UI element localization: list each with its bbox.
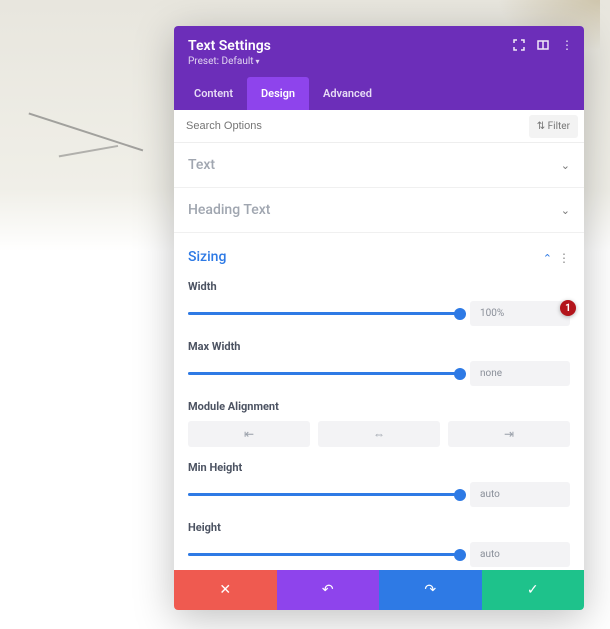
tab-content[interactable]: Content <box>180 77 247 110</box>
align-right-icon: ⇥ <box>504 427 514 441</box>
undo-button[interactable]: ↶ <box>277 570 380 610</box>
field-label: Min Height <box>188 461 570 474</box>
annotation-marker-1: 1 <box>560 300 576 316</box>
decorative-branch <box>17 112 143 187</box>
search-input[interactable] <box>174 110 523 142</box>
section-title: Text <box>188 157 215 173</box>
field-label: Module Alignment <box>188 400 570 413</box>
min-height-slider[interactable] <box>188 488 460 502</box>
field-max-width: Max Width none <box>188 340 570 386</box>
more-icon[interactable]: ⋮ <box>558 251 570 265</box>
height-slider[interactable] <box>188 548 460 562</box>
tab-advanced[interactable]: Advanced <box>309 77 386 110</box>
search-row: ⇅ Filter <box>174 110 584 143</box>
field-height: Height auto <box>188 521 570 567</box>
cancel-button[interactable]: ✕ <box>174 570 277 610</box>
section-title: Heading Text <box>188 202 270 218</box>
panel-header[interactable]: Text Settings Preset: Default ▾ ⋮ <box>174 26 584 77</box>
align-left-button[interactable]: ⇤ <box>188 421 310 447</box>
header-actions: ⋮ <box>512 38 574 52</box>
panel-body[interactable]: Text ⌄ Heading Text ⌄ Sizing ⌃ ⋮ Width <box>174 143 584 570</box>
height-value[interactable]: auto <box>470 542 570 567</box>
check-icon: ✓ <box>527 582 539 598</box>
close-icon: ✕ <box>219 582 231 598</box>
responsive-icon[interactable] <box>536 38 550 52</box>
chevron-up-icon: ⌃ <box>543 252 552 265</box>
chevron-down-icon: ⌄ <box>561 204 570 217</box>
panel-footer: ✕ ↶ ↷ ✓ <box>174 570 584 610</box>
max-width-value[interactable]: none <box>470 361 570 386</box>
settings-panel: Text Settings Preset: Default ▾ ⋮ Conten… <box>174 26 584 610</box>
filter-button[interactable]: ⇅ Filter <box>529 115 578 138</box>
redo-icon: ↷ <box>424 582 436 598</box>
align-center-button[interactable]: ⇔ <box>318 421 440 447</box>
tab-design[interactable]: Design <box>247 77 309 110</box>
more-icon[interactable]: ⋮ <box>560 38 574 52</box>
redo-button[interactable]: ↷ <box>379 570 482 610</box>
slider-thumb[interactable] <box>454 489 466 501</box>
field-width: Width 100% 1 <box>188 280 570 326</box>
slider-thumb[interactable] <box>454 549 466 561</box>
field-module-alignment: Module Alignment ⇤ ⇔ ⇥ <box>188 400 570 447</box>
slider-thumb[interactable] <box>454 308 466 320</box>
section-heading-text: Heading Text ⌄ <box>174 188 584 233</box>
chevron-down-icon: ⌄ <box>561 159 570 172</box>
section-text: Text ⌄ <box>174 143 584 188</box>
min-height-value[interactable]: auto <box>470 482 570 507</box>
field-min-height: Min Height auto <box>188 461 570 507</box>
section-header-sizing[interactable]: Sizing ⌃ ⋮ <box>174 233 584 280</box>
field-label: Width <box>188 280 570 293</box>
tabs-row: Content Design Advanced <box>174 77 584 110</box>
section-header-heading[interactable]: Heading Text ⌄ <box>174 188 584 232</box>
section-body-sizing: Width 100% 1 Max Width <box>174 280 584 570</box>
max-width-slider[interactable] <box>188 367 460 381</box>
align-right-button[interactable]: ⇥ <box>448 421 570 447</box>
section-sizing: Sizing ⌃ ⋮ Width 100% 1 <box>174 233 584 570</box>
section-header-text[interactable]: Text ⌄ <box>174 143 584 187</box>
filter-icon: ⇅ <box>537 121 548 132</box>
field-label: Max Width <box>188 340 570 353</box>
width-slider[interactable] <box>188 307 460 321</box>
field-label: Height <box>188 521 570 534</box>
align-center-icon: ⇔ <box>373 427 385 441</box>
save-button[interactable]: ✓ <box>482 570 585 610</box>
align-left-icon: ⇤ <box>244 427 254 441</box>
width-value[interactable]: 100% <box>470 301 570 326</box>
section-title: Sizing <box>188 249 226 265</box>
slider-thumb[interactable] <box>454 368 466 380</box>
preset-label[interactable]: Preset: Default ▾ <box>188 56 570 67</box>
expand-icon[interactable] <box>512 38 526 52</box>
undo-icon: ↶ <box>322 582 334 598</box>
